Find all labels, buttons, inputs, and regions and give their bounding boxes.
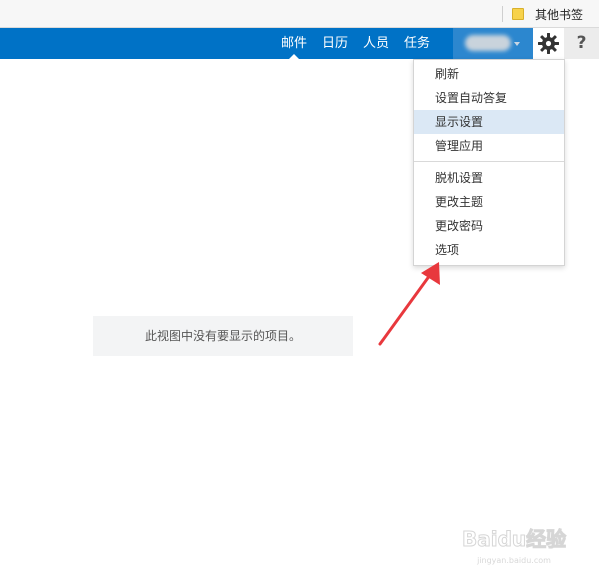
baidu-watermark-logo: Baidu经验 [462,527,567,552]
watermark-brand: Baidu经验 [462,527,566,551]
other-bookmarks-button[interactable]: 其他书签 [512,5,583,23]
menu-item-offline-settings[interactable]: 脱机设置 [414,166,564,190]
menu-item-change-password[interactable]: 更改密码 [414,214,564,238]
tab-mail[interactable]: 邮件 [281,28,307,59]
menu-divider [414,161,564,162]
menu-item-change-theme[interactable]: 更改主题 [414,190,564,214]
tab-people[interactable]: 人员 [363,28,389,59]
menu-item-refresh[interactable]: 刷新 [414,62,564,86]
menu-item-options[interactable]: 选项 [414,238,564,262]
user-account-button[interactable] [453,28,533,59]
bookmarks-bar: 其他书签 [0,0,599,28]
empty-view-message: 此视图中没有要显示的项目。 [93,316,353,356]
folder-icon [512,8,524,20]
top-navigation-bar: 邮件 日历 人员 任务 [0,28,599,59]
other-bookmarks-label: 其他书签 [535,7,584,22]
help-button[interactable]: ? [564,28,599,59]
menu-item-automatic-replies[interactable]: 设置自动答复 [414,86,564,110]
nav-tabs: 邮件 日历 人员 任务 [281,28,445,59]
chevron-down-icon [514,42,520,46]
bookmarks-separator [502,6,503,22]
menu-item-display-settings[interactable]: 显示设置 [414,110,564,134]
settings-dropdown-menu: 刷新 设置自动答复 显示设置 管理应用 脱机设置 更改主题 更改密码 选项 [413,59,565,266]
gear-icon [538,33,559,54]
help-icon: ? [576,33,587,53]
user-name-redacted [465,35,511,51]
settings-button[interactable] [533,28,564,59]
tab-calendar[interactable]: 日历 [322,28,348,59]
watermark-site: jingyan.baidu.com [477,556,551,565]
menu-item-manage-apps[interactable]: 管理应用 [414,134,564,158]
tab-tasks[interactable]: 任务 [404,28,430,59]
